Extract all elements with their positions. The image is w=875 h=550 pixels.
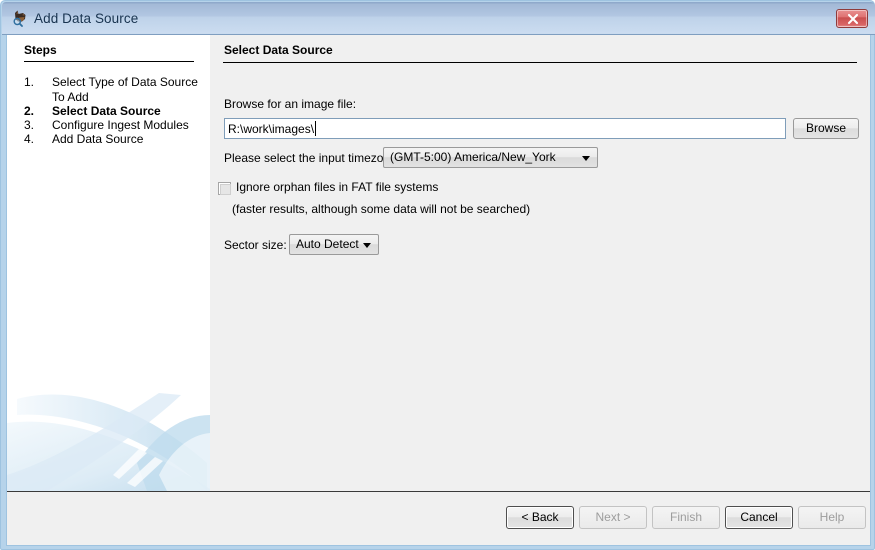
next-button[interactable]: Next > — [579, 506, 647, 529]
cancel-button[interactable]: Cancel — [725, 506, 793, 529]
sector-size-select[interactable]: Auto Detect — [289, 234, 379, 255]
steps-panel: Steps 1. Select Type of Data Source To A… — [7, 35, 210, 491]
browse-button[interactable]: Browse — [793, 118, 859, 139]
decorative-swoosh-graphic — [7, 393, 210, 491]
step-number: 3. — [24, 118, 35, 132]
content-pane: Select Data Source Browse for an image f… — [210, 35, 870, 491]
step-number: 2. — [24, 104, 35, 118]
help-button[interactable]: Help — [798, 506, 866, 529]
step-item-1: 1. Select Type of Data Source To Add — [24, 75, 210, 104]
checkbox-inner — [220, 184, 231, 195]
window-title: Add Data Source — [34, 11, 139, 26]
chevron-down-icon — [363, 242, 371, 248]
timezone-label: Please select the input timezone: — [224, 151, 401, 165]
step-item-4: 4. Add Data Source — [24, 132, 210, 147]
steps-heading: Steps — [24, 43, 57, 57]
step-number: 1. — [24, 75, 35, 89]
timezone-select[interactable]: (GMT-5:00) America/New_York — [383, 147, 598, 168]
step-number: 4. — [24, 132, 35, 146]
page-title: Select Data Source — [224, 43, 333, 57]
sector-size-label: Sector size: — [224, 238, 287, 252]
step-item-3: 3. Configure Ingest Modules — [24, 118, 210, 133]
finish-button[interactable]: Finish — [652, 506, 720, 529]
page-title-divider — [223, 62, 857, 63]
step-label: Select Type of Data Source To Add — [52, 75, 198, 104]
ignore-orphan-label: Ignore orphan files in FAT file systems — [236, 180, 439, 194]
chevron-down-icon — [582, 155, 590, 161]
dialog-client-area: Steps 1. Select Type of Data Source To A… — [6, 35, 871, 546]
autopsy-dog-icon — [11, 9, 29, 27]
text-caret — [315, 121, 316, 136]
ignore-orphan-checkbox[interactable] — [218, 182, 231, 195]
browse-field-label: Browse for an image file: — [224, 97, 357, 111]
close-icon[interactable] — [836, 9, 868, 28]
steps-divider — [24, 61, 194, 62]
timezone-selected-value: (GMT-5:00) America/New_York — [390, 150, 556, 164]
footer-button-bar: < Back Next > Finish Cancel Help — [7, 492, 870, 544]
sector-size-selected-value: Auto Detect — [296, 237, 359, 251]
step-label: Add Data Source — [52, 132, 144, 146]
dialog-window: Add Data Source Steps 1. Select Type of … — [0, 0, 875, 550]
title-bar: Add Data Source — [2, 2, 875, 35]
step-item-2: 2. Select Data Source — [24, 104, 210, 119]
image-path-input[interactable] — [224, 118, 786, 139]
step-label: Configure Ingest Modules — [52, 118, 189, 132]
back-button[interactable]: < Back — [506, 506, 574, 529]
ignore-orphan-hint: (faster results, although some data will… — [232, 202, 531, 216]
step-label: Select Data Source — [52, 104, 161, 118]
